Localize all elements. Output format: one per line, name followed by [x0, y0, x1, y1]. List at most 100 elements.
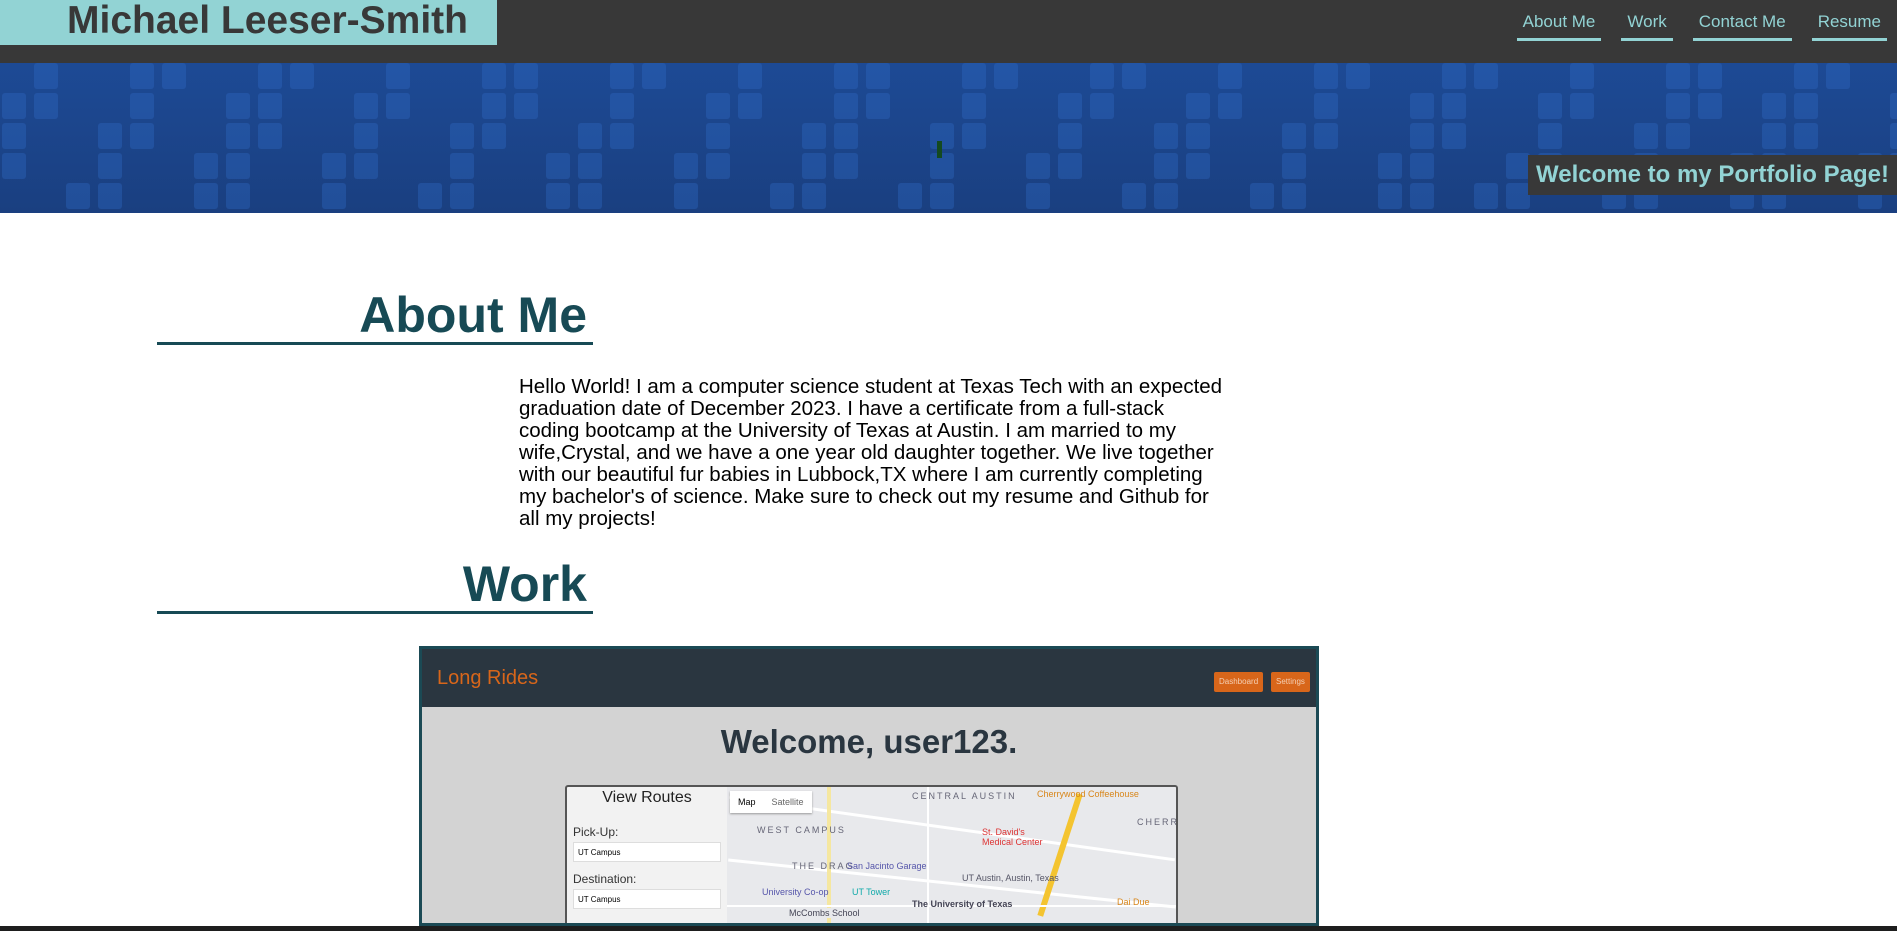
routes-title: View Routes [602, 789, 692, 806]
hero-pattern-tile [194, 183, 218, 209]
hero-pattern-tile [1890, 123, 1897, 149]
hero-pattern-tile [226, 123, 250, 149]
hero-pattern-tile [962, 123, 986, 149]
hero-pattern-tile [1058, 93, 1082, 119]
project-navbar: Long Rides Dashboard Settings [422, 649, 1316, 707]
dashboard-button: Dashboard [1214, 672, 1264, 692]
map-label: WEST CAMPUS [757, 825, 846, 835]
site-name: Michael Leeser-Smith [0, 0, 497, 45]
hero-pattern-tile [1410, 123, 1434, 149]
hero-pattern-tile [578, 123, 602, 149]
hero-pattern-tile [930, 183, 954, 209]
hero-pattern-tile [674, 183, 698, 209]
hero-pattern-tile [2, 123, 26, 149]
map-label: McCombs School [787, 908, 862, 918]
hero-pattern-tile [354, 93, 378, 119]
nav-about-me[interactable]: About Me [1516, 10, 1602, 41]
project-screenshot[interactable]: Long Rides Dashboard Settings Welcome, u… [419, 646, 1319, 926]
hero-pattern-tile [610, 63, 634, 89]
work-title: Work [157, 557, 593, 614]
hero-pattern-tile [706, 93, 730, 119]
hero-pattern-tile [546, 183, 570, 209]
map-label: UT Austin, Austin, Texas [962, 873, 1059, 883]
hero-pattern-tile [2, 93, 26, 119]
hero-pattern-tile [1346, 63, 1370, 89]
text-cursor [937, 141, 942, 158]
hero-pattern-tile [1026, 183, 1050, 209]
map-label: Dai Due [1117, 897, 1150, 907]
hero-pattern-tile [1218, 93, 1242, 119]
pickup-input: UT Campus [573, 842, 721, 862]
hero-pattern-tile [354, 153, 378, 179]
nav-contact-me[interactable]: Contact Me [1692, 10, 1792, 41]
hero-pattern-tile [1826, 63, 1850, 89]
nav-work[interactable]: Work [1621, 10, 1673, 41]
project-brand: Long Rides [437, 667, 539, 689]
hero-pattern-tile [1570, 93, 1594, 119]
map-label: University Co-op [762, 887, 829, 897]
hero-pattern-tile [1762, 123, 1786, 149]
hero-pattern-tile [1442, 123, 1466, 149]
hero-pattern-tile [194, 153, 218, 179]
map-label: CHERRYW [1137, 817, 1176, 827]
hero-pattern-tile [1058, 153, 1082, 179]
hero-pattern-tile [674, 153, 698, 179]
project-welcome: Welcome, user123. [720, 723, 1018, 760]
hero-pattern-tile [1794, 123, 1818, 149]
site-header: Michael Leeser-Smith About Me Work Conta… [0, 0, 1897, 63]
hero-pattern-tile [1314, 123, 1338, 149]
hero-pattern-tile [994, 63, 1018, 89]
map-label: The University of Texas [912, 899, 1013, 909]
map-road [827, 787, 831, 923]
hero-pattern-tile [1666, 63, 1690, 89]
hero-pattern-tile [1154, 153, 1178, 179]
hero-pattern-tile [1186, 153, 1210, 179]
hero-pattern-tile [450, 153, 474, 179]
hero-pattern-tile [1122, 183, 1146, 209]
bottom-edge [0, 926, 1897, 931]
hero-pattern-tile [610, 93, 634, 119]
hero-pattern-tile [962, 63, 986, 89]
hero-pattern-tile [1442, 93, 1466, 119]
hero-pattern-tile [930, 153, 954, 179]
hero-pattern-tile [1186, 93, 1210, 119]
hero-pattern-tile [1698, 63, 1722, 89]
hero-pattern-tile [834, 123, 858, 149]
hero-pattern-tile [258, 123, 282, 149]
hero-pattern-tile [98, 183, 122, 209]
hero-pattern-tile [1634, 123, 1658, 149]
hero-pattern-tile [578, 153, 602, 179]
hero-pattern-tile [1410, 93, 1434, 119]
hero-pattern-tile [1666, 93, 1690, 119]
hero-pattern-tile [258, 93, 282, 119]
hero-pattern-tile [66, 183, 90, 209]
hero-pattern-tile [290, 63, 314, 89]
map-type-satellite: Satellite [771, 797, 804, 807]
hero-pattern-tile [1410, 183, 1434, 209]
nav-resume[interactable]: Resume [1811, 10, 1887, 41]
map-type-map: Map [738, 797, 756, 807]
map-label: San Jacinto Garage [847, 861, 927, 871]
hero-pattern-tile [770, 183, 794, 209]
map-type-control: Map Satellite [730, 791, 812, 813]
hero-pattern-tile [578, 183, 602, 209]
hero-pattern-tile [802, 153, 826, 179]
about-title: About Me [157, 288, 593, 345]
hero-pattern-tile [1090, 63, 1114, 89]
hero-pattern-tile [130, 63, 154, 89]
hero-pattern-tile [738, 93, 762, 119]
hero-pattern-tile [834, 153, 858, 179]
main-nav: About Me Work Contact Me Resume [1516, 10, 1887, 41]
hero-pattern-tile [1218, 63, 1242, 89]
hero-pattern-tile [802, 123, 826, 149]
hero-pattern-tile [1474, 63, 1498, 89]
hero-pattern-tile [1474, 183, 1498, 209]
hero-pattern-tile [1090, 93, 1114, 119]
hero-pattern-tile [642, 63, 666, 89]
map-label: St. David's Medical Center [982, 827, 1043, 847]
hero-pattern-tile [386, 63, 410, 89]
hero-pattern-tile [514, 93, 538, 119]
hero-pattern-tile [738, 63, 762, 89]
hero-pattern-tile [1154, 123, 1178, 149]
hero-pattern-tile [482, 93, 506, 119]
